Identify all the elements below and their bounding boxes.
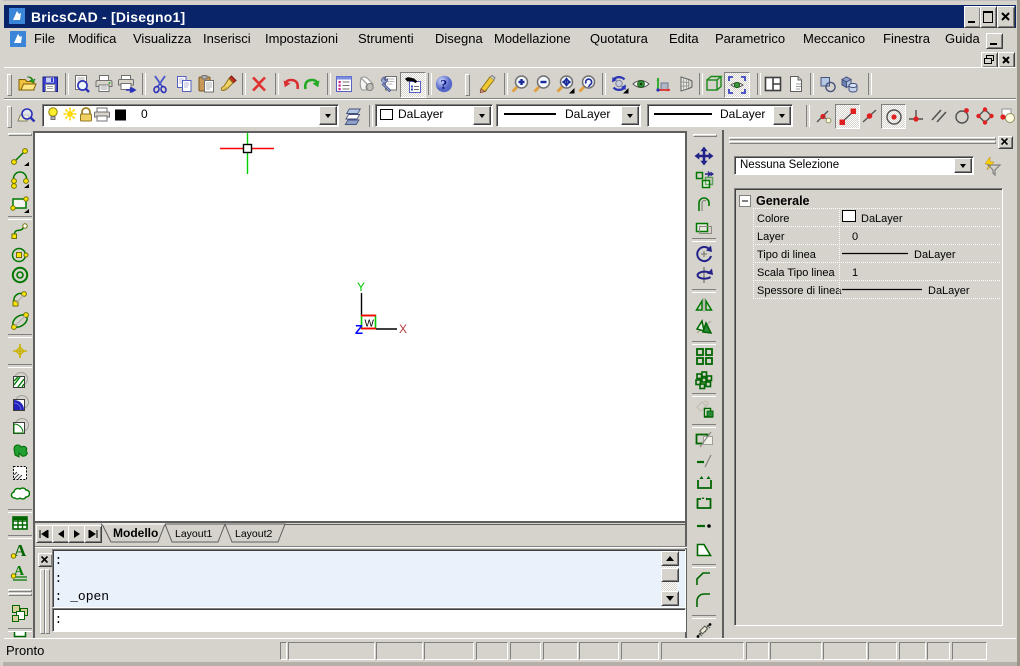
svg-text:?: ? bbox=[440, 78, 447, 93]
svg-text:Y: Y bbox=[357, 280, 365, 294]
svg-text:0: 0 bbox=[852, 231, 858, 243]
svg-text:Z: Z bbox=[355, 322, 363, 337]
svg-text:Colore: Colore bbox=[757, 213, 789, 225]
svg-text:A: A bbox=[14, 541, 27, 560]
svg-text:DaLayer: DaLayer bbox=[928, 285, 970, 297]
svg-text:1: 1 bbox=[852, 267, 858, 279]
svg-text:Scala Tipo linea: Scala Tipo linea bbox=[757, 267, 836, 279]
svg-text:DaLayer: DaLayer bbox=[861, 213, 903, 225]
svg-text:Layer: Layer bbox=[757, 231, 785, 243]
svg-text:Generale: Generale bbox=[756, 194, 810, 208]
svg-text:W: W bbox=[365, 319, 375, 330]
svg-text:Layout1: Layout1 bbox=[175, 528, 213, 540]
svg-text:Spessore di linea: Spessore di linea bbox=[757, 285, 842, 297]
svg-text:Tipo di linea: Tipo di linea bbox=[757, 249, 817, 261]
svg-text:DaLayer: DaLayer bbox=[914, 249, 956, 261]
svg-text:X: X bbox=[399, 322, 407, 336]
svg-text:Modello: Modello bbox=[113, 526, 158, 540]
svg-text:Layout2: Layout2 bbox=[235, 528, 273, 540]
